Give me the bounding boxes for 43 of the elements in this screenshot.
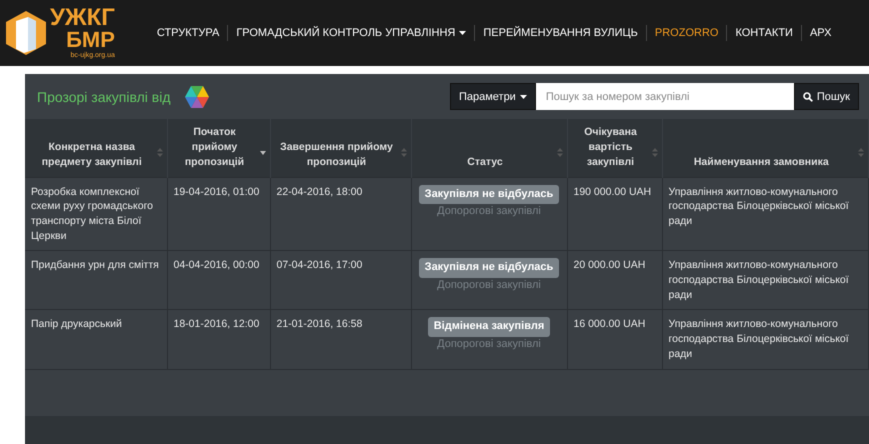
procurement-type: Допорогові закупівлі xyxy=(436,278,542,293)
caret-icon xyxy=(520,94,527,98)
panel-title: Прозорі закупівлі від xyxy=(37,88,170,104)
table-cell: Управління житлово-комунального господарства Білоцерківської міської ради xyxy=(668,186,849,228)
table-cell: 07-04-2016, 17:00 xyxy=(276,259,362,272)
column-header[interactable]: Статус xyxy=(411,119,567,178)
status-badge: Закупівля не відбулась xyxy=(418,184,560,204)
column-header[interactable]: Найменування замовника xyxy=(662,119,868,178)
column-header[interactable]: Конкретна назва предмету закупівлі xyxy=(25,119,167,178)
nav-link[interactable]: ГРОМАДСЬКИЙ КОНТРОЛЬ УПРАВЛІННЯ xyxy=(228,27,474,39)
table-cell: Папір друкарський xyxy=(31,318,122,330)
logo-text: БМР xyxy=(66,30,115,51)
table-cell: Розробка комплексної схеми руху громадського транспорту міста Білої Церкви xyxy=(31,186,154,242)
parameters-button[interactable]: Параметри xyxy=(450,83,536,110)
table-cell: 16 000.00 UAH xyxy=(574,318,646,330)
nav-link[interactable]: СТРУКТУРА xyxy=(148,27,228,39)
table-cell: 190 000.00 UAH xyxy=(574,186,652,198)
table-cell: 04-04-2016, 00:00 xyxy=(174,259,260,272)
procurement-type: Допорогові закупівлі xyxy=(436,204,542,220)
table-cell: 22-04-2016, 18:00 xyxy=(276,186,362,198)
table-cell: Придбання урн для сміття xyxy=(31,259,159,272)
prozorro-logo-icon xyxy=(184,86,208,108)
building-icon xyxy=(6,10,46,55)
table-cell: Управління житлово-комунального господарства Білоцерківської міської ради xyxy=(668,259,849,301)
table-cell: 18-01-2016, 12:00 xyxy=(174,318,260,330)
logo-text: УЖКГ xyxy=(50,6,115,30)
nav-link[interactable]: ПЕРЕЙМЕНУВАННЯ ВУЛИЦЬ xyxy=(475,27,646,39)
status-badge: Закупівля не відбулась xyxy=(418,258,560,278)
table-cell: 21-01-2016, 16:58 xyxy=(276,318,362,330)
column-header[interactable]: Початок прийому пропозицій xyxy=(167,119,270,178)
nav-link[interactable]: АРХ xyxy=(802,27,840,39)
procurement-type: Допорогові закупівлі xyxy=(436,336,542,352)
nav-link[interactable]: PROZORRO xyxy=(646,27,726,39)
nav-link[interactable]: КОНТАКТИ xyxy=(727,27,801,39)
table-cell: 19-04-2016, 01:00 xyxy=(174,186,260,198)
table-cell: Управління житлово-комунального господарства Білоцерківської міської ради xyxy=(668,318,849,360)
column-header[interactable]: Очікувана вартість закупівлі xyxy=(567,119,662,178)
search-icon xyxy=(802,92,813,102)
status-badge: Відмінена закупівля xyxy=(428,317,550,337)
column-header[interactable]: Завершення прийому пропозицій xyxy=(270,119,411,178)
table-cell: 20 000.00 UAH xyxy=(574,259,646,272)
search-button[interactable]: Пошук xyxy=(794,83,859,110)
search-field[interactable]: Пошук за номером закупівлі xyxy=(536,83,794,110)
